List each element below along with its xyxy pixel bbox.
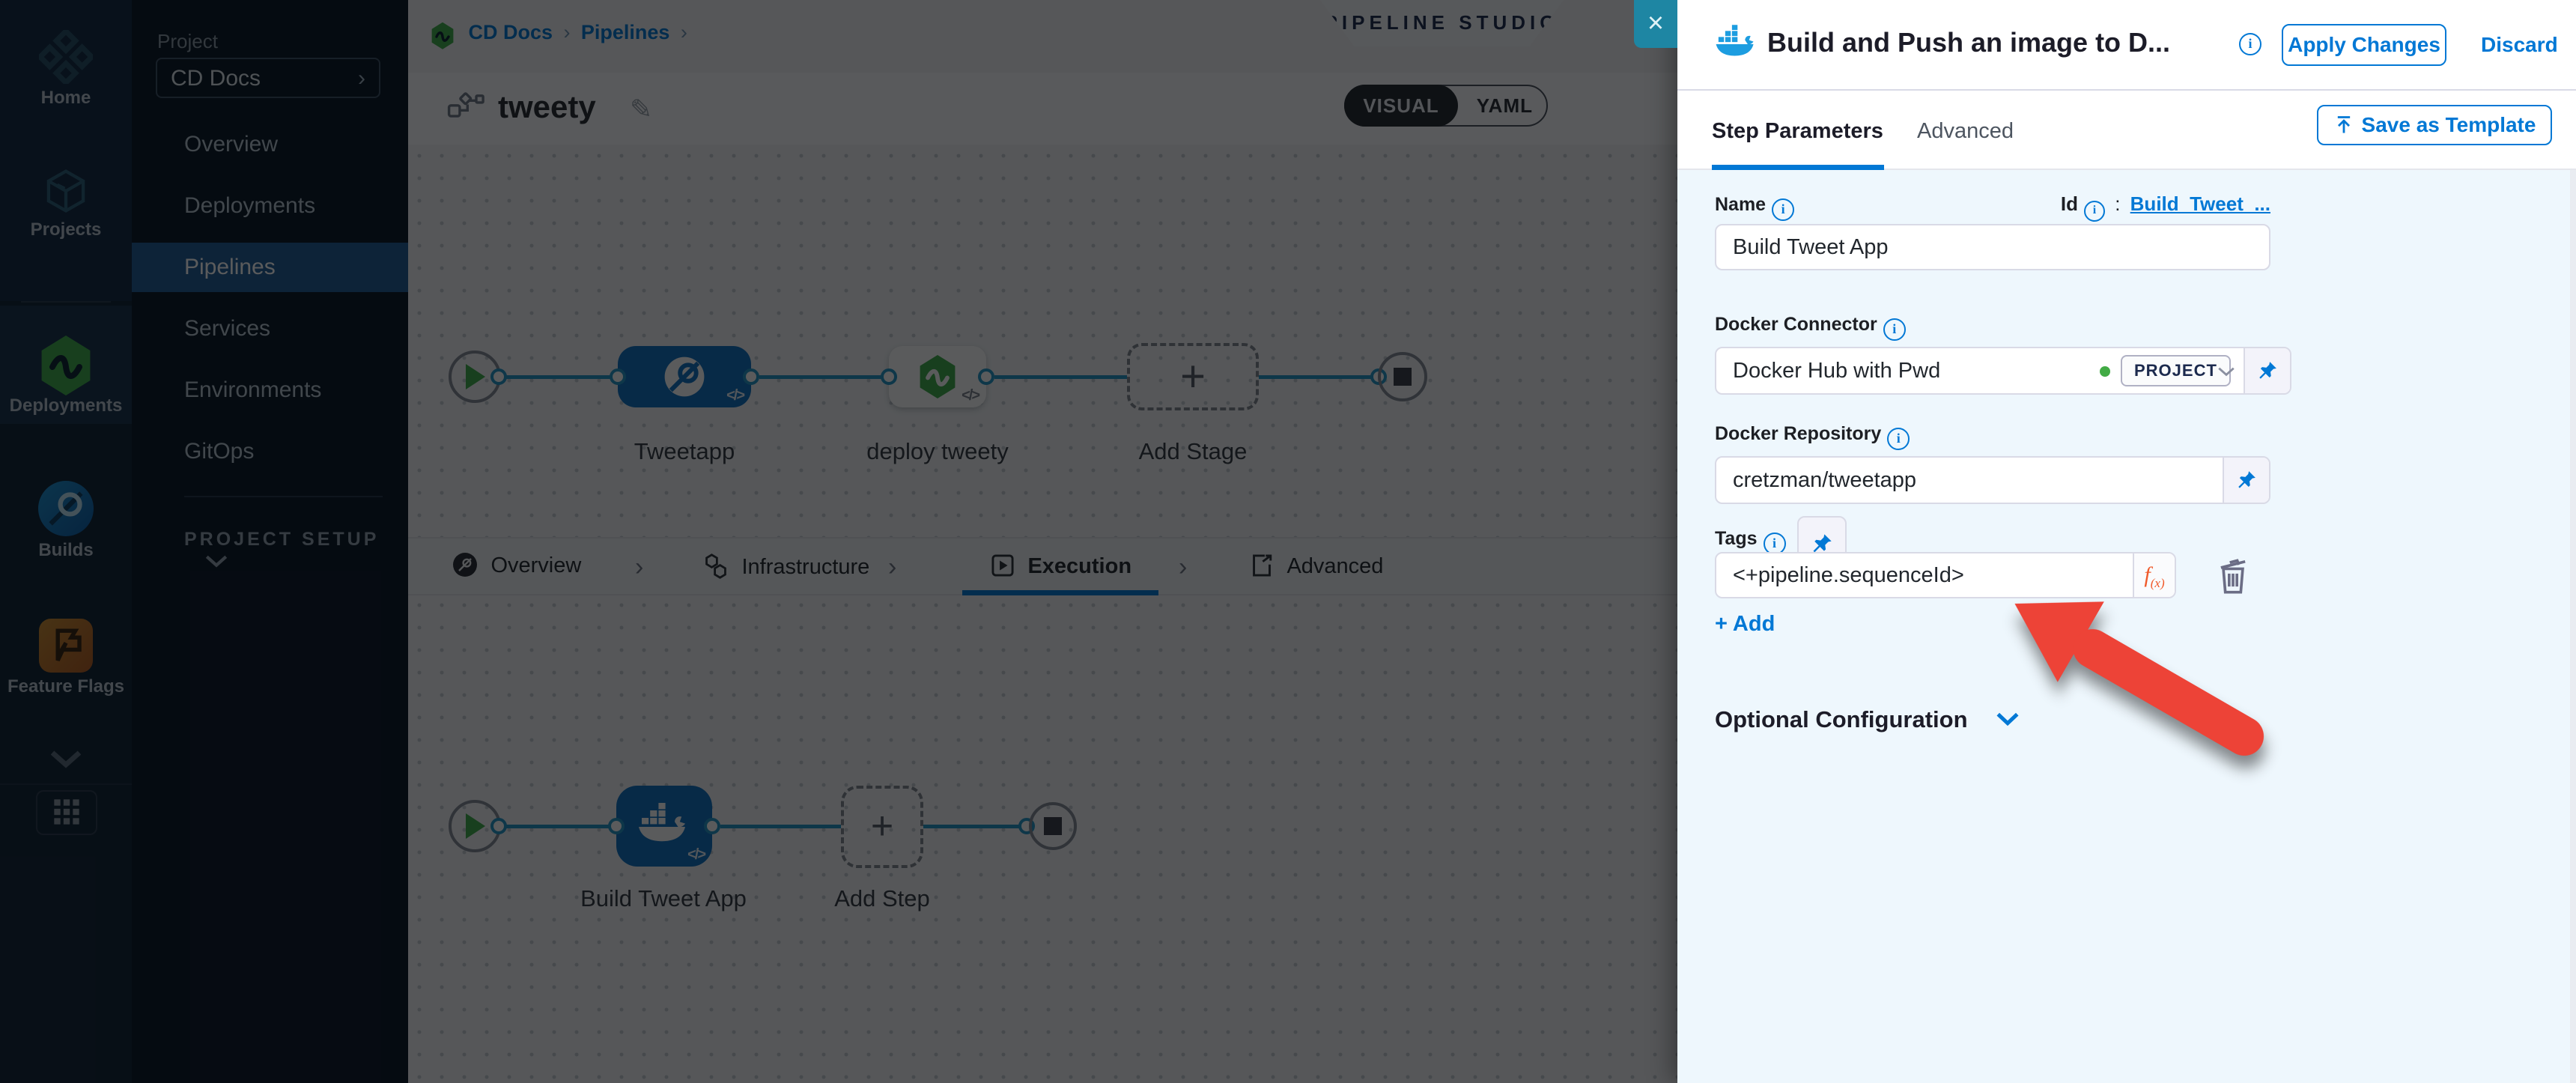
docker-connector-field[interactable]: Docker Hub with Pwd PROJECT bbox=[1715, 347, 2291, 395]
trash-icon bbox=[2214, 553, 2253, 595]
docker-connector-label-row: Docker Connector i bbox=[1715, 314, 1906, 341]
modal-scrim bbox=[0, 0, 1677, 1083]
close-icon: × bbox=[1647, 7, 1664, 39]
pin-icon bbox=[2235, 469, 2258, 491]
close-drawer-button[interactable]: × bbox=[1634, 0, 1677, 48]
info-icon[interactable]: i bbox=[1887, 428, 1910, 450]
step-title: Build and Push an image to D... bbox=[1767, 27, 2217, 58]
chevron-down-icon[interactable] bbox=[2217, 365, 2236, 378]
info-icon[interactable]: i bbox=[1883, 318, 1906, 341]
docker-repository-label-row: Docker Repository i bbox=[1715, 423, 1910, 450]
apply-changes-button[interactable]: Apply Changes bbox=[2282, 24, 2446, 66]
drawer-tabs: Step Parameters Advanced Save as Templat… bbox=[1677, 91, 2576, 170]
discard-button[interactable]: Discard bbox=[2481, 33, 2558, 57]
pin-input-toggle[interactable] bbox=[2244, 348, 2290, 393]
step-id-row: Idi : Build_Tweet_... bbox=[1715, 192, 2270, 222]
fx-label: f bbox=[2144, 562, 2150, 587]
docker-icon bbox=[1715, 24, 1758, 62]
id-label: Id bbox=[2061, 192, 2078, 215]
save-as-template-button[interactable]: Save as Template bbox=[2317, 105, 2552, 145]
step-parameters-form: Namei Idi : Build_Tweet_... Docker Conne… bbox=[1677, 170, 2576, 1083]
tag-input-field[interactable]: <+pipeline.sequenceId> f(x) bbox=[1715, 552, 2176, 598]
delete-tag-button[interactable] bbox=[2214, 553, 2253, 599]
name-input[interactable] bbox=[1715, 224, 2270, 270]
pin-icon bbox=[2256, 360, 2279, 382]
docker-connector-label: Docker Connector bbox=[1715, 314, 1877, 335]
optional-configuration-label: Optional Configuration bbox=[1715, 706, 1968, 732]
add-tag-button[interactable]: + Add bbox=[1715, 612, 1775, 637]
scope-badge: PROJECT bbox=[2121, 355, 2231, 386]
tab-step-parameters[interactable]: Step Parameters bbox=[1712, 119, 1883, 144]
connectivity-status-dot bbox=[2100, 366, 2110, 377]
optional-configuration-toggle[interactable]: Optional Configuration bbox=[1715, 706, 2020, 733]
info-icon[interactable]: i bbox=[2239, 33, 2261, 55]
save-as-template-label: Save as Template bbox=[2362, 113, 2536, 136]
docker-repository-label: Docker Repository bbox=[1715, 423, 1881, 444]
tab-step-advanced[interactable]: Advanced bbox=[1917, 119, 2014, 144]
expression-fx-button[interactable]: f(x) bbox=[2133, 553, 2175, 597]
docker-repository-field[interactable]: cretzman/tweetapp bbox=[1715, 456, 2270, 504]
drawer-header: Build and Push an image to D... i Apply … bbox=[1677, 0, 2576, 91]
step-id-value[interactable]: Build_Tweet_... bbox=[2130, 192, 2270, 215]
docker-repository-value: cretzman/tweetapp bbox=[1733, 468, 1916, 493]
tags-label-row: Tagsi bbox=[1715, 528, 1786, 555]
drawer-scrollbar[interactable] bbox=[2570, 170, 2576, 1083]
tag-value: <+pipeline.sequenceId> bbox=[1733, 563, 1964, 588]
app-root: Home Projects Deployments Builds F bbox=[0, 0, 2576, 1083]
docker-connector-value: Docker Hub with Pwd bbox=[1733, 359, 1940, 383]
tags-label: Tags bbox=[1715, 528, 1758, 549]
step-config-drawer: × Build and Push an image to D... i Appl… bbox=[1677, 0, 2576, 1083]
pin-input-toggle[interactable] bbox=[2223, 458, 2269, 503]
active-tab-underline bbox=[1712, 165, 1884, 170]
info-icon[interactable]: i bbox=[2084, 201, 2105, 222]
id-separator: : bbox=[2115, 192, 2120, 215]
chevron-down-icon bbox=[1995, 711, 2020, 727]
fx-sub-label: (x) bbox=[2151, 576, 2165, 590]
